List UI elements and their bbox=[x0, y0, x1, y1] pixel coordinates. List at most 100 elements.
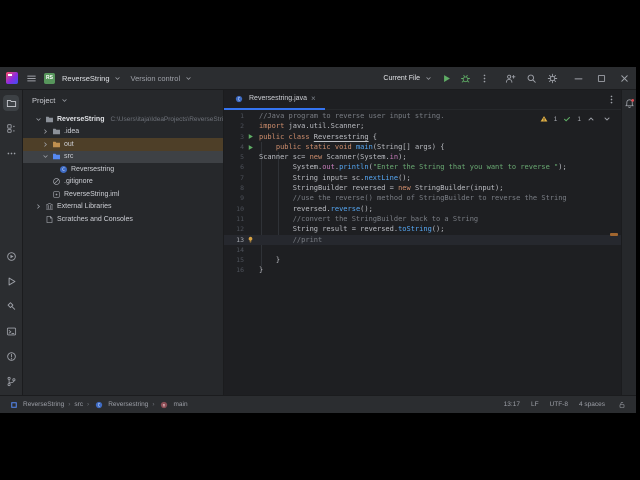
search-icon[interactable] bbox=[525, 72, 537, 84]
chevron-down-icon bbox=[112, 72, 124, 84]
tree-item-label: src bbox=[64, 153, 74, 161]
folder-excluded-icon bbox=[52, 140, 61, 149]
close-icon[interactable] bbox=[618, 72, 630, 84]
problems-tool-icon[interactable] bbox=[3, 348, 19, 364]
tool-bar-bottom bbox=[3, 248, 19, 389]
breadcrumb-separator: › bbox=[152, 401, 155, 408]
left-tool-window-bar bbox=[0, 90, 23, 395]
project-badge[interactable]: RS bbox=[44, 72, 55, 84]
run-tool-icon[interactable] bbox=[3, 273, 19, 289]
intellij-logo-icon[interactable] bbox=[6, 72, 18, 84]
caret-position[interactable]: 13:17 bbox=[504, 401, 520, 408]
code-text: //use the reverse() method of StringBuil… bbox=[259, 194, 567, 203]
scrollbar-error-stripe-mark[interactable] bbox=[610, 233, 618, 236]
code-line-11[interactable]: 11 //convert the StringBuilder back to a… bbox=[224, 214, 621, 224]
chevron-right-icon[interactable] bbox=[34, 203, 42, 211]
debug-icon[interactable] bbox=[459, 72, 471, 84]
breadcrumb-label: ReverseString bbox=[23, 401, 65, 408]
code-line-16[interactable]: 16} bbox=[224, 265, 621, 275]
vcs-widget[interactable]: Version control bbox=[131, 72, 195, 84]
code-line-14[interactable]: 14 bbox=[224, 245, 621, 255]
code-line-4[interactable]: 4 public static void main(String[] args)… bbox=[224, 142, 621, 152]
more-vertical-icon[interactable] bbox=[478, 72, 490, 84]
line-number: 8 bbox=[240, 184, 244, 193]
code-line-9[interactable]: 9 //use the reverse() method of StringBu… bbox=[224, 193, 621, 203]
project-tool-icon[interactable] bbox=[3, 95, 19, 111]
terminal-tool-icon[interactable] bbox=[3, 323, 19, 339]
breadcrumb-item-reversestring[interactable]: ReverseString bbox=[8, 399, 64, 411]
tree-item-reversestring-iml[interactable]: ReverseString.iml bbox=[23, 188, 223, 201]
line-number: 7 bbox=[240, 173, 244, 182]
file-encoding[interactable]: UTF-8 bbox=[550, 401, 568, 408]
code-text: import java.util.Scanner; bbox=[259, 122, 365, 131]
folder-source-icon bbox=[52, 152, 61, 161]
build-tool-icon[interactable] bbox=[3, 298, 19, 314]
next-problem-icon[interactable] bbox=[601, 113, 613, 125]
breadcrumb-item-reversestring[interactable]: C Reversestring bbox=[93, 399, 148, 411]
tab-close-icon[interactable]: × bbox=[311, 94, 316, 103]
editor-tab[interactable]: C Reversestring.java × bbox=[224, 90, 325, 110]
code-line-13[interactable]: 13 //print bbox=[224, 234, 621, 245]
code-text: } bbox=[259, 266, 264, 275]
prev-problem-icon[interactable] bbox=[585, 113, 597, 125]
tool-bar-top bbox=[3, 95, 19, 161]
code-line-5[interactable]: 5 Scanner sc= new Scanner(System.in); bbox=[224, 152, 621, 162]
breadcrumb-label: main bbox=[173, 401, 188, 408]
code-line-8[interactable]: 8 StringBuilder reversed = new StringBui… bbox=[224, 183, 621, 193]
inspections-widget[interactable]: 1 1 bbox=[538, 113, 613, 125]
lock-icon[interactable] bbox=[616, 399, 628, 411]
minimize-icon[interactable] bbox=[572, 72, 584, 84]
line-separator[interactable]: LF bbox=[531, 401, 539, 408]
breadcrumb-item-src[interactable]: src bbox=[74, 401, 83, 408]
code-text: //convert the StringBuilder back to a St… bbox=[259, 214, 479, 223]
status-bar-right: 13:17 LF UTF-8 4 spaces bbox=[504, 399, 628, 411]
code-line-10[interactable]: 10 reversed.reverse(); bbox=[224, 204, 621, 214]
chevron-down-icon[interactable] bbox=[34, 115, 42, 123]
run-small-icon[interactable] bbox=[244, 133, 257, 140]
tree-item-external-libraries[interactable]: External Libraries bbox=[23, 201, 223, 214]
line-number: 11 bbox=[236, 214, 244, 223]
more-horizontal-tool-icon[interactable] bbox=[3, 145, 19, 161]
run-icon[interactable] bbox=[440, 72, 452, 84]
chevron-right-icon[interactable] bbox=[41, 140, 49, 148]
main-menu-icon[interactable] bbox=[25, 72, 37, 84]
settings-icon[interactable] bbox=[546, 72, 558, 84]
breadcrumb-separator: › bbox=[87, 401, 90, 408]
tree-item-reversestring[interactable]: ReverseString C:\Users\itaja\IdeaProjects… bbox=[23, 113, 223, 126]
git-branch-tool-icon[interactable] bbox=[3, 373, 19, 389]
collaborate-icon[interactable] bbox=[504, 72, 516, 84]
tree-item-label: .idea bbox=[64, 128, 80, 136]
project-panel-header[interactable]: Project bbox=[23, 90, 223, 110]
tree-item--gitignore[interactable]: .gitignore bbox=[23, 176, 223, 189]
method-icon: m bbox=[158, 399, 170, 411]
run-configuration-selector[interactable]: Current File bbox=[383, 72, 434, 84]
code-editor[interactable]: 1 //Java program to reverse user input st… bbox=[224, 110, 621, 395]
notifications-icon[interactable] bbox=[621, 95, 637, 111]
tab-options-icon[interactable] bbox=[605, 94, 621, 106]
code-line-6[interactable]: 6 System.out.println("Enter the String t… bbox=[224, 162, 621, 172]
services-tool-icon[interactable] bbox=[3, 248, 19, 264]
code-text: } bbox=[259, 256, 281, 265]
code-line-3[interactable]: 3 public class Reversestring { bbox=[224, 132, 621, 142]
tree-item-src[interactable]: src bbox=[23, 150, 223, 163]
line-number: 1 bbox=[240, 112, 244, 120]
code-line-15[interactable]: 15 } bbox=[224, 255, 621, 265]
class-icon: C bbox=[59, 165, 68, 174]
indent-style[interactable]: 4 spaces bbox=[579, 401, 605, 408]
tree-item-out[interactable]: out bbox=[23, 138, 223, 151]
chevron-down-icon[interactable] bbox=[41, 153, 49, 161]
code-line-12[interactable]: 12 String result = reversed.toString(); bbox=[224, 224, 621, 234]
commit-tool-icon[interactable] bbox=[3, 120, 19, 136]
bulb-icon[interactable] bbox=[244, 236, 257, 243]
intellij-window: RS ReverseString Version control Current… bbox=[0, 67, 636, 413]
chevron-right-icon[interactable] bbox=[41, 128, 49, 136]
maximize-icon[interactable] bbox=[595, 72, 607, 84]
tree-item-reversestring[interactable]: C Reversestring bbox=[23, 163, 223, 176]
run-small-icon[interactable] bbox=[244, 144, 257, 151]
breadcrumb-item-main[interactable]: m main bbox=[158, 399, 188, 411]
tree-item-scratches-and-consoles[interactable]: Scratches and Consoles bbox=[23, 213, 223, 226]
project-widget[interactable]: ReverseString bbox=[62, 72, 124, 84]
code-line-7[interactable]: 7 String input= sc.nextLine(); bbox=[224, 173, 621, 183]
tree-item--idea[interactable]: .idea bbox=[23, 126, 223, 139]
